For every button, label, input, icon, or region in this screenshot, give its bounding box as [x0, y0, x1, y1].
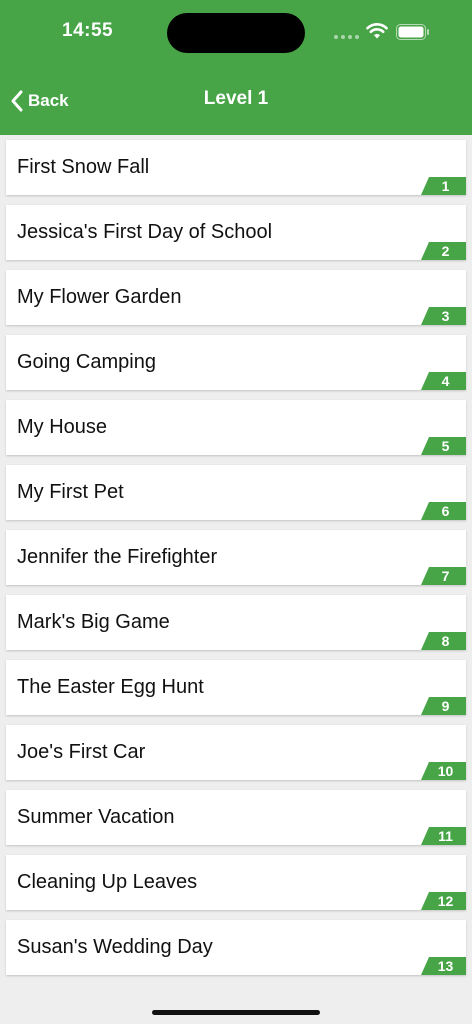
item-title: Summer Vacation — [17, 806, 175, 828]
item-title: Going Camping — [17, 351, 156, 373]
item-title: Mark's Big Game — [17, 611, 170, 633]
item-number-badge: 11 — [421, 827, 466, 845]
item-title: Jennifer the Firefighter — [17, 546, 218, 568]
item-number-badge: 4 — [421, 372, 466, 390]
home-indicator[interactable] — [152, 1010, 320, 1015]
list-item[interactable]: Summer Vacation 11 — [6, 790, 466, 845]
dynamic-island — [167, 13, 305, 53]
list-item[interactable]: Going Camping 4 — [6, 335, 466, 390]
item-number-badge: 13 — [421, 957, 466, 975]
list-item[interactable]: Cleaning Up Leaves 12 — [6, 855, 466, 910]
list-item[interactable]: Mark's Big Game 8 — [6, 595, 466, 650]
item-number-badge: 10 — [421, 762, 466, 780]
story-list: First Snow Fall 1 Jessica's First Day of… — [0, 135, 472, 985]
item-title: The Easter Egg Hunt — [17, 676, 204, 698]
item-title: Jessica's First Day of School — [17, 221, 273, 243]
cellular-signal-icon — [334, 35, 359, 39]
status-time: 14:55 — [62, 20, 114, 41]
item-title: My House — [17, 416, 108, 438]
item-number-badge: 3 — [421, 307, 466, 325]
item-number-badge: 8 — [421, 632, 466, 650]
page-title: Level 1 — [203, 88, 269, 109]
item-title: My First Pet — [17, 481, 124, 503]
item-number-badge: 6 — [421, 502, 466, 520]
list-item[interactable]: Jennifer the Firefighter 7 — [6, 530, 466, 585]
list-item[interactable]: My First Pet 6 — [6, 465, 466, 520]
item-number-badge: 12 — [421, 892, 466, 910]
list-item[interactable]: My Flower Garden 3 — [6, 270, 466, 325]
item-title: Joe's First Car — [17, 741, 146, 763]
item-number-badge: 9 — [421, 697, 466, 715]
list-item[interactable]: Joe's First Car 10 — [6, 725, 466, 780]
item-title: Susan's Wedding Day — [17, 936, 213, 958]
item-title: My Flower Garden — [17, 286, 182, 308]
list-item[interactable]: My House 5 — [6, 400, 466, 455]
screen: 14:55 Back Level 1 First Snow Fall 1 Jes… — [0, 0, 472, 1024]
item-number-badge: 5 — [421, 437, 466, 455]
list-item[interactable]: First Snow Fall 1 — [6, 140, 466, 195]
battery-icon — [396, 24, 429, 40]
item-title: Cleaning Up Leaves — [17, 871, 198, 893]
item-number-badge: 2 — [421, 242, 466, 260]
nav-header: 14:55 Back Level 1 — [0, 0, 472, 135]
item-number-badge: 1 — [421, 177, 466, 195]
list-item[interactable]: Jessica's First Day of School 2 — [6, 205, 466, 260]
list-item[interactable]: Susan's Wedding Day 13 — [6, 920, 466, 975]
item-title: First Snow Fall — [17, 156, 150, 178]
wifi-icon — [366, 23, 388, 39]
list-item[interactable]: The Easter Egg Hunt 9 — [6, 660, 466, 715]
item-number-badge: 7 — [421, 567, 466, 585]
